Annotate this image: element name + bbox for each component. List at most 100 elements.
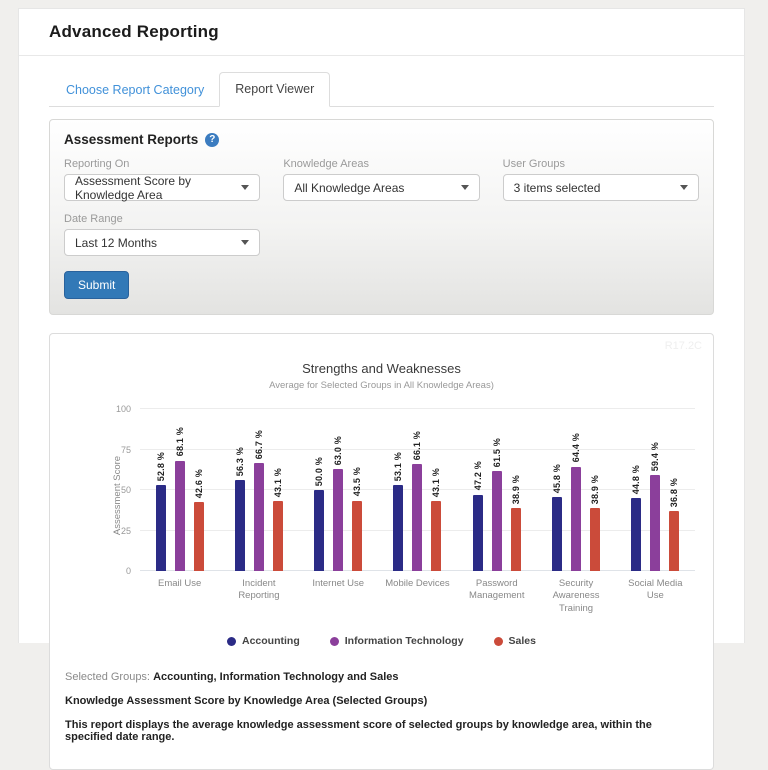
x-axis-labels: Email UseIncident ReportingInternet UseM… [140,578,695,615]
bar-groups: 52.8 % 68.1 % 42.6 % 56.3 % 66.7 % 43.1 % 50.0… [140,409,695,571]
bar: 66.7 % [254,463,264,571]
bar-value-label: 42.6 % [194,469,204,498]
bar: 50.0 % [314,490,324,571]
page-header: Advanced Reporting [19,9,744,56]
bar-group: 45.8 % 64.4 % 38.9 % [536,409,615,571]
y-tick-75: 75 [121,445,131,455]
bar: 45.8 % [552,497,562,571]
legend-label: Sales [509,635,536,647]
bar-value-label: 38.9 % [590,475,600,504]
legend-label: Information Technology [345,635,464,647]
knowledge-areas-select[interactable]: All Knowledge Areas [283,174,479,201]
bar-group: 47.2 % 61.5 % 38.9 % [457,409,536,571]
bar-group: 53.1 % 66.1 % 43.1 % [378,409,457,571]
bar: 36.8 % [669,511,679,571]
bar: 43.1 % [273,501,283,571]
date-range-label: Date Range [64,213,260,225]
main-card: Advanced Reporting Choose Report Categor… [18,8,745,643]
y-tick-100: 100 [116,404,131,414]
bar-value-label: 53.1 % [393,452,403,481]
bar-value-label: 47.2 % [473,461,483,490]
x-axis-label: Email Use [140,578,219,615]
tab-report-viewer[interactable]: Report Viewer [219,72,330,107]
legend-dot-icon [227,637,236,646]
bar-value-label: 61.5 % [492,438,502,467]
selected-groups-label: Selected Groups: [65,671,150,683]
date-range-value: Last 12 Months [75,236,157,250]
bar: 64.4 % [571,467,581,571]
chart-title: Strengths and Weaknesses [50,361,713,376]
bar-group: 44.8 % 59.4 % 36.8 % [616,409,695,571]
chart-legend: Accounting Information Technology Sales [50,635,713,647]
bar: 52.8 % [156,485,166,571]
bar-value-label: 43.1 % [431,468,441,497]
plot-area: Assessment Score 52.8 %68.1 %42.6 %56.3 … [140,409,695,571]
knowledge-areas-value: All Knowledge Areas [294,181,404,195]
knowledge-areas-label: Knowledge Areas [283,158,479,170]
bar: 42.6 % [194,502,204,571]
submit-button[interactable]: Submit [64,271,129,299]
chevron-down-icon [241,185,249,190]
bar-group: 56.3 % 66.7 % 43.1 % [219,409,298,571]
chart-subtitle: Average for Selected Groups in All Knowl… [50,380,713,391]
bar: 61.5 % [492,471,502,571]
legend-item[interactable]: Sales [494,635,536,647]
bar-value-label: 44.8 % [631,465,641,494]
panel-heading: Assessment Reports [64,132,198,147]
chevron-down-icon [461,185,469,190]
bar: 59.4 % [650,475,660,571]
legend-item[interactable]: Accounting [227,635,300,647]
bar: 38.9 % [511,508,521,571]
bar-value-label: 66.7 % [254,430,264,459]
bar-value-label: 66.1 % [412,431,422,460]
chevron-down-icon [241,240,249,245]
bar: 56.3 % [235,480,245,571]
help-icon[interactable]: ? [205,133,219,147]
bar: 43.5 % [352,501,362,571]
bar-value-label: 43.5 % [352,467,362,496]
bar: 53.1 % [393,485,403,571]
bar-value-label: 56.3 % [235,447,245,476]
date-range-select[interactable]: Last 12 Months [64,229,260,256]
reporting-on-value: Assessment Score by Knowledge Area [75,174,241,202]
y-tick-50: 50 [121,485,131,495]
y-tick-25: 25 [121,526,131,536]
tab-bar: Choose Report Category Report Viewer [49,72,714,107]
bar-value-label: 64.4 % [571,433,581,462]
bar: 47.2 % [473,495,483,571]
legend-item[interactable]: Information Technology [330,635,464,647]
x-axis-label: Mobile Devices [378,578,457,615]
bar: 68.1 % [175,461,185,571]
assessment-reports-panel: Assessment Reports ? Reporting On Assess… [49,119,714,315]
bar-value-label: 45.8 % [552,464,562,493]
tab-choose-report-category[interactable]: Choose Report Category [51,74,219,107]
reporting-on-select[interactable]: Assessment Score by Knowledge Area [64,174,260,201]
selected-groups-line: Selected Groups: Accounting, Information… [65,671,698,683]
user-groups-select[interactable]: 3 items selected [503,174,699,201]
legend-dot-icon [494,637,503,646]
report-chart-panel: R17.2C Strengths and Weaknesses Average … [49,333,714,770]
selected-groups-value: Accounting, Information Technology and S… [153,671,398,683]
bar-group: 50.0 %63.0 %43.5 % [299,409,378,571]
x-axis-label: Password Management [457,578,536,615]
legend-dot-icon [330,637,339,646]
version-watermark: R17.2C [665,340,702,352]
bar-value-label: 36.8 % [669,478,679,507]
reporting-on-label: Reporting On [64,158,260,170]
x-axis-label: Security Awareness Training [536,578,615,615]
bar: 66.1 % [412,464,422,571]
report-footer: Selected Groups: Accounting, Information… [65,671,698,743]
bar-value-label: 68.1 % [175,427,185,456]
legend-label: Accounting [242,635,300,647]
user-groups-value: 3 items selected [514,181,601,195]
y-tick-0: 0 [126,566,131,576]
x-axis-label: Internet Use [299,578,378,615]
report-title-line: Knowledge Assessment Score by Knowledge … [65,695,698,707]
bar-value-label: 50.0 % [314,457,324,486]
x-axis-label: Social Media Use [616,578,695,615]
user-groups-label: User Groups [503,158,699,170]
bar: 44.8 % [631,498,641,571]
chevron-down-icon [680,185,688,190]
bar-group: 52.8 % 68.1 % 42.6 % [140,409,219,571]
bar: 38.9 % [590,508,600,571]
